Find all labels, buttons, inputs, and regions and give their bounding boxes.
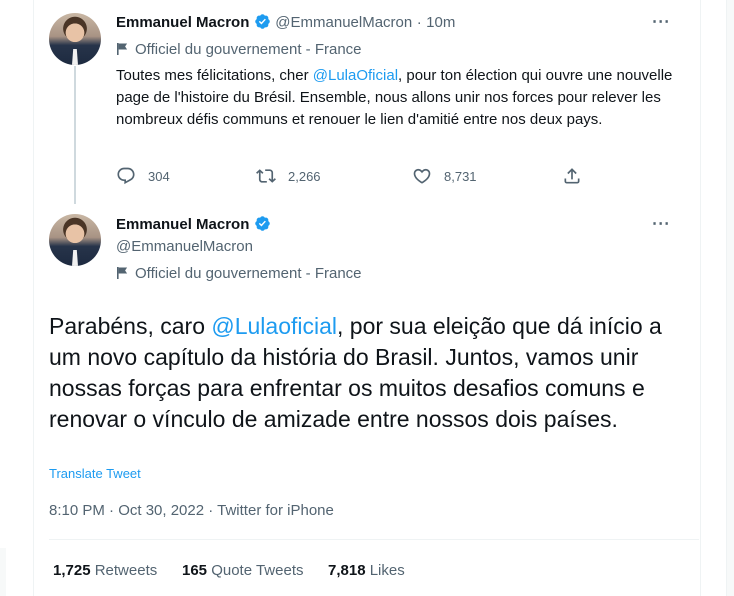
government-label: Officiel du gouvernement - France	[116, 41, 362, 58]
reply-count: 304	[148, 168, 170, 184]
verified-badge-icon	[254, 215, 271, 232]
retweets-label: Retweets	[94, 562, 158, 579]
text-segment: Parabéns, caro	[49, 313, 212, 339]
retweet-button[interactable]: 2,266	[256, 166, 321, 186]
likes-count: 7,818	[328, 562, 366, 579]
retweets-stat[interactable]: 1,725 Retweets	[53, 562, 157, 579]
more-options-icon[interactable]: ⋅⋅⋅	[652, 214, 670, 234]
government-label-text: Officiel du gouvernement - France	[135, 41, 362, 58]
text-segment: Toutes mes félicitations, cher	[116, 67, 313, 84]
quote-tweets-label: Quote Tweets	[211, 562, 304, 579]
retweet-count: 2,266	[288, 168, 321, 184]
author-name[interactable]: Emmanuel Macron	[116, 14, 249, 31]
avatar[interactable]	[49, 13, 101, 65]
retweets-count: 1,725	[53, 562, 91, 579]
quote-tweets-stat[interactable]: 165 Quote Tweets	[182, 562, 303, 579]
reply-button[interactable]: 304	[116, 166, 170, 186]
mention-link[interactable]: @Lulaoficial	[211, 313, 337, 339]
author-handle[interactable]: @EmmanuelMacron	[275, 14, 412, 31]
quote-tweets-count: 165	[182, 562, 208, 579]
tweet-meta[interactable]: 8:10 PM · Oct 30, 2022 · Twitter for iPh…	[49, 502, 334, 519]
tweet-1-header: Emmanuel Macron @EmmanuelMacron · 10m	[116, 13, 455, 32]
government-label-text: Officiel du gouvernement - France	[135, 265, 362, 282]
share-button[interactable]	[562, 166, 582, 186]
author-name[interactable]: Emmanuel Macron	[116, 216, 249, 233]
like-count: 8,731	[444, 168, 477, 184]
left-edge	[0, 548, 6, 596]
mention-link[interactable]: @LulaOficial	[313, 67, 398, 84]
tweet-2-text: Parabéns, caro @Lulaoficial, por sua ele…	[49, 311, 689, 435]
share-icon	[564, 168, 580, 184]
more-options-icon[interactable]: ⋅⋅⋅	[652, 12, 670, 32]
divider	[49, 539, 699, 540]
thread-line	[74, 66, 76, 204]
reply-icon	[117, 167, 135, 185]
avatar[interactable]	[49, 214, 101, 266]
timestamp[interactable]: 10m	[426, 14, 455, 31]
tweet-1-text: Toutes mes félicitations, cher @LulaOfic…	[116, 65, 676, 131]
flag-icon	[116, 42, 129, 56]
like-button[interactable]: 8,731	[412, 166, 477, 186]
government-label: Officiel du gouvernement - France	[116, 265, 362, 282]
flag-icon	[116, 266, 129, 280]
verified-badge-icon	[254, 13, 271, 30]
separator: ·	[416, 14, 422, 31]
tweet-2-header: Emmanuel Macron	[116, 215, 271, 234]
author-handle[interactable]: @EmmanuelMacron	[116, 238, 253, 255]
likes-label: Likes	[369, 562, 405, 579]
translate-tweet-link[interactable]: Translate Tweet	[49, 466, 141, 481]
likes-stat[interactable]: 7,818 Likes	[328, 562, 405, 579]
retweet-icon	[256, 169, 276, 183]
like-icon	[413, 168, 431, 184]
sidebar-edge	[726, 0, 734, 596]
